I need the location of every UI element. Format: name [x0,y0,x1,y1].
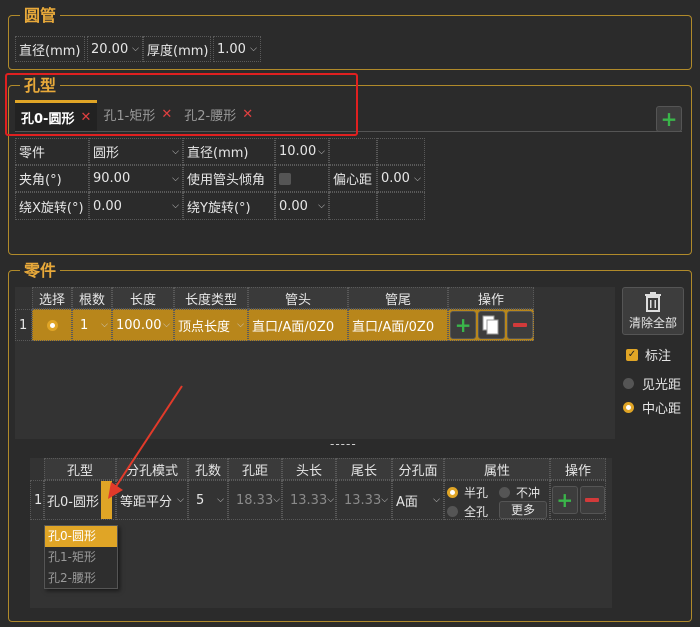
annotation-arrow [108,385,183,499]
